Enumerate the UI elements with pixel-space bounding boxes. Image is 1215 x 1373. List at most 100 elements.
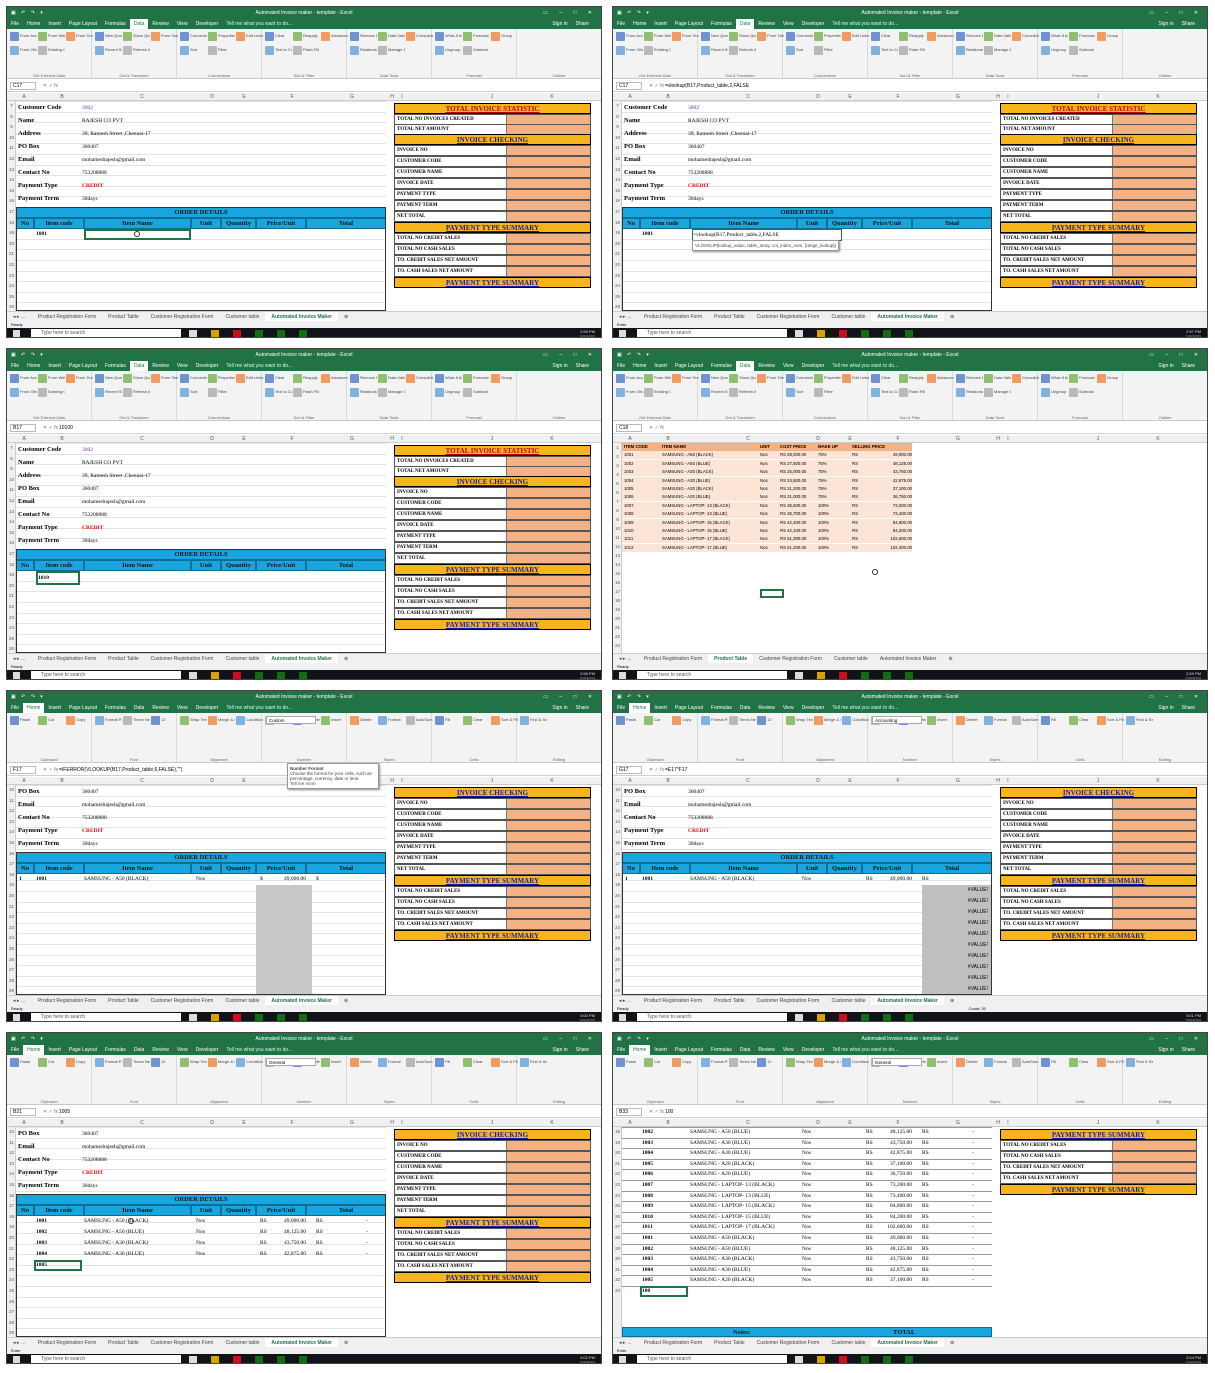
order-cell[interactable]: SAMSUNG - A50 (BLUE) [84, 1227, 194, 1237]
column-header-g[interactable]: G [953, 93, 963, 101]
order-cell[interactable]: - [972, 1212, 988, 1223]
ribbon-item-12[interactable]: 12 [161, 1059, 178, 1064]
product-cell[interactable]: RS 28,000.00 [780, 451, 816, 459]
ribbon-item-merge-center[interactable]: Merge & Center [824, 1059, 841, 1064]
order-cell[interactable]: SAMSUNG - A30 (BLUE) [690, 1265, 800, 1276]
order-cell[interactable]: SAMSUNG - A30 (BLUE) [690, 1148, 800, 1159]
check-value[interactable] [507, 854, 590, 863]
value-error-cell[interactable]: #VALUE! [922, 929, 992, 940]
order-cell[interactable]: 48,125.00 [276, 1227, 306, 1237]
order-cell[interactable]: 1002 [36, 1227, 80, 1237]
column-header-d[interactable]: D [207, 435, 217, 443]
row-header[interactable]: 10 [613, 526, 622, 531]
row-header[interactable]: 14 [613, 829, 622, 834]
row-header[interactable]: 27 [613, 1224, 622, 1229]
row-header[interactable]: 9 [7, 124, 16, 129]
column-header-g[interactable]: G [347, 93, 357, 101]
ribbon-item-copy[interactable]: Copy [76, 717, 93, 722]
ribbon-item-clear[interactable]: Clear [1079, 717, 1096, 722]
product-cell[interactable]: SAMSUNG - A20 (BLUE) [662, 493, 758, 501]
share-button[interactable]: Share [572, 1045, 593, 1055]
product-cell[interactable]: Nos [760, 535, 778, 543]
product-cell[interactable]: 1006 [624, 493, 660, 501]
product-cell[interactable]: 1008 [624, 510, 660, 518]
ribbon-item-from-access[interactable]: From Access [626, 33, 643, 38]
ribbon-item-autosum[interactable]: AutoSum [1022, 1059, 1039, 1064]
stat-value[interactable] [1113, 125, 1196, 134]
check-value[interactable] [1113, 799, 1196, 808]
row-header[interactable]: 23 [613, 925, 622, 930]
row-header[interactable]: 14 [7, 519, 16, 524]
order-cell[interactable]: 1003 [642, 1254, 686, 1265]
ribbon-item-paste[interactable]: Paste [20, 717, 37, 722]
tab-data[interactable]: Data [129, 361, 149, 371]
order-cell[interactable]: Nos [802, 1233, 826, 1244]
taskbar-app-icon[interactable] [861, 1356, 869, 1363]
row-header[interactable]: 16 [613, 580, 622, 585]
product-cell[interactable]: SAMSUNG - LAPTOP- 17 (BLUE) [662, 544, 758, 552]
name-box[interactable]: B21 [10, 1108, 36, 1116]
column-header-c[interactable]: C [137, 93, 147, 101]
ribbon-item-merge-center[interactable]: Merge & Center [218, 717, 235, 722]
customer-email-value[interactable]: mohamedrajesh@gmail.com [688, 155, 798, 165]
customer-code-value[interactable]: 3002 [82, 445, 192, 455]
customer-contact-value[interactable]: 753208888 [82, 168, 192, 178]
order-cell[interactable]: 43,750.00 [882, 1254, 912, 1265]
row-header[interactable]: 16 [7, 540, 16, 545]
product-header-cell[interactable]: MAKE UP [818, 443, 850, 451]
check-value[interactable] [507, 810, 590, 819]
tab-formulas[interactable]: Formulas [707, 19, 736, 29]
check-value[interactable] [507, 212, 590, 221]
order-cell[interactable]: - [972, 1148, 988, 1159]
name-box[interactable]: G17 [616, 766, 642, 774]
product-cell[interactable]: SAMSUNG - A50 (BLUE) [662, 460, 758, 468]
row-header[interactable]: 17 [7, 861, 16, 866]
order-cell[interactable]: - [366, 1227, 382, 1237]
ribbon-item-from-access[interactable]: From Access [20, 375, 37, 380]
row-header[interactable]: 21 [613, 1161, 622, 1166]
summary-value[interactable] [507, 609, 590, 618]
window-controls[interactable]: ▭ – □ ✕ [1149, 349, 1203, 361]
tab-insert[interactable]: Insert [44, 19, 65, 29]
order-cell[interactable]: - [972, 1233, 988, 1244]
check-value[interactable] [507, 499, 590, 508]
stat-value[interactable] [507, 467, 590, 476]
order-cell[interactable]: 1 [19, 874, 33, 884]
order-cell[interactable]: 1007 [642, 1180, 686, 1191]
check-value[interactable] [1113, 843, 1196, 852]
column-header-k[interactable]: K [547, 93, 557, 101]
row-header[interactable]: 15 [7, 840, 16, 845]
ribbon-item-new-query[interactable]: New Query [711, 375, 728, 380]
customer-code-value[interactable]: 3002 [688, 103, 798, 113]
order-cell[interactable]: 36,750.00 [882, 1169, 912, 1180]
order-cell[interactable]: SAMSUNG - LAPTOP- 17 (BLACK) [690, 1222, 800, 1233]
row-header[interactable]: 33 [613, 1288, 622, 1293]
row-header[interactable]: 22 [613, 262, 622, 267]
fx-icon[interactable]: ✕ ✓ fx [649, 81, 664, 92]
ribbon-item-clear[interactable]: Clear [473, 1059, 490, 1064]
order-cell[interactable]: 1009 [642, 1201, 686, 1212]
product-header-cell[interactable]: SELLING PRICE [852, 443, 902, 451]
ribbon-item-clear[interactable]: Clear [1079, 1059, 1096, 1064]
tell-me-search[interactable]: Tell me what you want to do... [828, 19, 902, 29]
ribbon-item-12[interactable]: 12 [767, 1059, 784, 1064]
windows-start-icon[interactable] [619, 330, 626, 337]
row-header[interactable]: 7 [613, 499, 622, 504]
order-cell[interactable]: RS [866, 1148, 880, 1159]
ribbon-item-advanced[interactable]: Advanced [331, 375, 348, 380]
row-header[interactable]: 16 [613, 198, 622, 203]
ribbon-item-group[interactable]: Group [501, 375, 518, 380]
tab-file[interactable]: File [613, 361, 629, 371]
order-cell[interactable]: 48,125.00 [882, 1244, 912, 1255]
column-header-i[interactable]: I [397, 1119, 407, 1127]
column-header-i[interactable]: I [1003, 93, 1013, 101]
order-cell[interactable]: - [972, 1127, 988, 1138]
ribbon-item-sort[interactable]: Sort [190, 47, 207, 52]
order-cell[interactable]: Nos [802, 1222, 826, 1233]
check-value[interactable] [507, 1141, 590, 1150]
product-cell[interactable]: 1011 [624, 535, 660, 543]
ribbon-item-sort-filter[interactable]: Sort & Filter [501, 1059, 518, 1064]
name-box[interactable]: B17 [10, 424, 36, 432]
order-cell[interactable]: - [972, 1275, 988, 1286]
order-cell[interactable]: - [972, 1191, 988, 1202]
